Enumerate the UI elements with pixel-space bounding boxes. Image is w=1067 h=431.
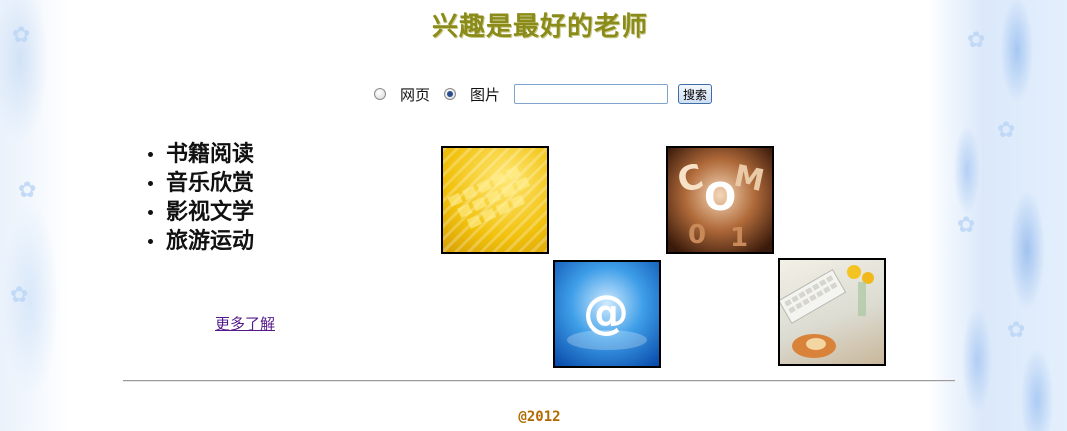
- svg-text:1: 1: [730, 223, 748, 252]
- list-item: 影视文学: [148, 198, 254, 227]
- radio-webpage-label[interactable]: 网页: [400, 84, 430, 105]
- svg-text:O: O: [704, 175, 736, 219]
- bullet-icon: [148, 210, 153, 215]
- desk-computer-photo[interactable]: [778, 258, 886, 366]
- topic-label: 书籍阅读: [166, 141, 255, 167]
- page-title: 兴趣是最好的老师: [431, 12, 648, 42]
- svg-text:C: C: [673, 156, 707, 201]
- copyright-text: @2012: [518, 409, 561, 425]
- bullet-icon: [148, 152, 153, 157]
- flower-icon: ✿: [18, 178, 37, 203]
- dotcom-icon: C O M 0 1: [673, 156, 767, 252]
- flower-icon: ✿: [1007, 318, 1026, 343]
- topic-label: 影视文学: [166, 199, 255, 225]
- radio-images[interactable]: [444, 88, 457, 100]
- feather-background-decoration: ✿ ✿ ✿ ✿: [927, 0, 1067, 431]
- flower-icon: ✿: [10, 283, 29, 308]
- search-input[interactable]: [514, 84, 669, 104]
- keyboard-icon: [447, 165, 531, 229]
- list-item: 旅游运动: [148, 227, 254, 256]
- dotcom-photo[interactable]: C O M 0 1: [666, 146, 774, 254]
- flower-icon: ✿: [997, 118, 1016, 143]
- topic-list: 书籍阅读 音乐欣赏 影视文学 旅游运动: [148, 140, 254, 256]
- svg-text:@: @: [583, 285, 629, 339]
- topic-label: 音乐欣赏: [166, 170, 255, 196]
- list-item: 音乐欣赏: [148, 169, 254, 198]
- page: ✿ ✿ ✿ ✿ ✿ ✿ ✿ 兴趣是最好的老师 网页 图片 搜索 书籍阅读 音乐欣…: [0, 0, 1067, 431]
- more-info-link[interactable]: 更多了解: [215, 313, 275, 334]
- svg-text:M: M: [731, 159, 767, 199]
- at-symbol-photo[interactable]: @: [553, 260, 661, 368]
- bullet-icon: [148, 239, 153, 244]
- svg-text:0: 0: [688, 220, 706, 250]
- desk-computer-icon: [780, 265, 874, 358]
- list-item: 书籍阅读: [148, 140, 254, 169]
- keyboard-photo[interactable]: [441, 146, 549, 254]
- flower-icon: ✿: [957, 213, 976, 238]
- radio-webpage[interactable]: [374, 88, 386, 100]
- bullet-icon: [148, 181, 153, 186]
- topic-label: 旅游运动: [166, 228, 255, 254]
- search-bar: 网页 图片 搜索: [374, 82, 713, 106]
- at-symbol-icon: @: [567, 285, 647, 350]
- radio-images-label[interactable]: 图片: [470, 84, 500, 105]
- search-button[interactable]: 搜索: [678, 84, 713, 104]
- footer-divider: [123, 380, 955, 382]
